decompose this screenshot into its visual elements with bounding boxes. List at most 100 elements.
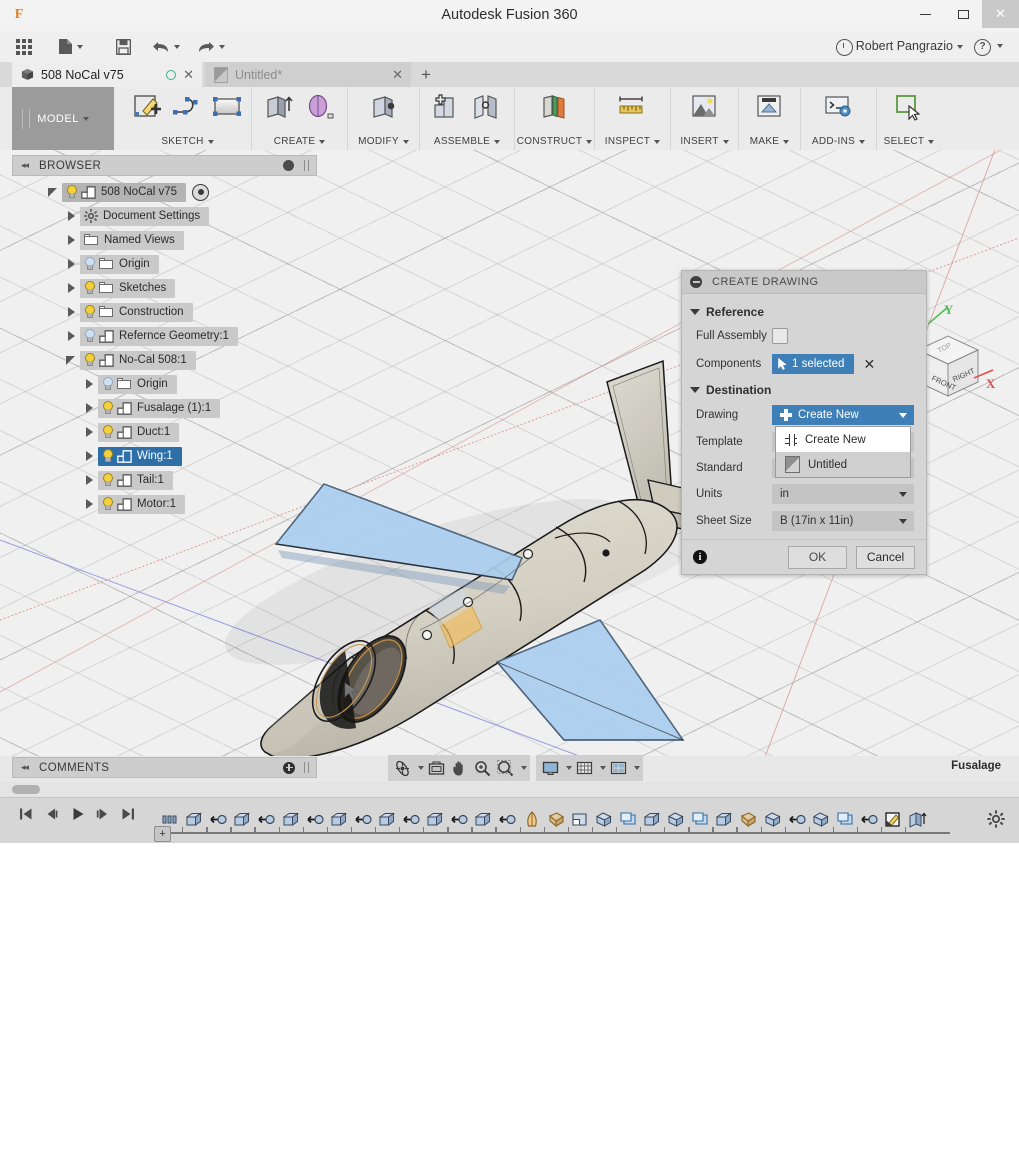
tree-item-duct-1[interactable]: Duct:1 xyxy=(12,420,317,444)
components-clear-icon[interactable]: ✕ xyxy=(863,356,875,373)
spline-icon[interactable] xyxy=(171,93,205,127)
timeline-feature-pattern[interactable] xyxy=(618,810,638,829)
timeline-feature-shell[interactable] xyxy=(570,810,590,829)
ribbon-group-label[interactable]: INSPECT xyxy=(595,136,670,147)
timeline-feature-extrude[interactable] xyxy=(594,810,614,829)
tree-item-wing-1[interactable]: Wing:1 xyxy=(12,444,317,468)
light-bulb-icon[interactable] xyxy=(100,497,113,511)
expand-arrow-closed-icon[interactable] xyxy=(66,234,77,246)
ribbon-group-label[interactable]: SELECT xyxy=(877,136,941,147)
timeline-feature-group-dots[interactable] xyxy=(160,810,180,829)
tree-item-body[interactable]: Sketches xyxy=(80,278,176,298)
tree-item-motor-1[interactable]: Motor:1 xyxy=(12,492,317,516)
skip-to-end-button[interactable] xyxy=(118,804,138,824)
timeline-feature-component[interactable] xyxy=(473,810,493,829)
timeline-feature-joint[interactable] xyxy=(497,810,517,829)
press-pull-icon[interactable] xyxy=(367,93,401,127)
timeline-feature-joint[interactable] xyxy=(859,810,879,829)
expand-arrow-closed-icon[interactable] xyxy=(66,306,77,318)
file-menu-button[interactable] xyxy=(58,35,83,58)
chevron-down-icon[interactable] xyxy=(600,766,606,770)
job-status-clock-icon[interactable] xyxy=(836,39,853,56)
light-bulb-icon[interactable] xyxy=(100,449,113,463)
dropdown-option-create-new[interactable]: Create New xyxy=(776,427,910,452)
timeline-feature-component[interactable] xyxy=(425,810,445,829)
timeline-feature-component[interactable] xyxy=(714,810,734,829)
timeline-feature-component[interactable] xyxy=(377,810,397,829)
tree-item-origin[interactable]: Origin xyxy=(12,372,317,396)
expand-arrow-closed-icon[interactable] xyxy=(84,498,95,510)
tree-item-no-cal-508-1[interactable]: No-Cal 508:1 xyxy=(12,348,317,372)
expand-arrow-closed-icon[interactable] xyxy=(84,426,95,438)
timeline-feature-component[interactable] xyxy=(184,810,204,829)
timeline-feature-joint[interactable] xyxy=(256,810,276,829)
light-bulb-icon[interactable] xyxy=(100,425,113,439)
offset-plane-icon[interactable] xyxy=(538,93,572,127)
units-dropdown[interactable]: in xyxy=(772,484,914,504)
add-comment-icon[interactable] xyxy=(283,761,295,774)
3d-viewport[interactable]: FRONT RIGHT TOP Z X Y ◂◂ BROWSER 508 NoC… xyxy=(0,150,1019,756)
help-chevron-down-icon[interactable] xyxy=(997,44,1003,48)
extrude-icon[interactable] xyxy=(263,93,297,127)
tree-item-body[interactable]: Motor:1 xyxy=(98,494,185,514)
timeline-settings-gear-icon[interactable] xyxy=(987,810,1005,828)
timeline-feature-pattern[interactable] xyxy=(835,810,855,829)
timeline-feature-component[interactable] xyxy=(281,810,301,829)
timeline-feature-joint[interactable] xyxy=(353,810,373,829)
tree-item-body[interactable]: Tail:1 xyxy=(98,470,173,490)
chevron-down-icon[interactable] xyxy=(521,766,527,770)
tab-untitled[interactable]: Untitled* ✕ xyxy=(205,62,411,87)
new-component-icon[interactable] xyxy=(430,93,464,127)
step-forward-button[interactable] xyxy=(93,804,113,824)
tree-item-body[interactable]: Wing:1 xyxy=(98,446,182,466)
timeline-feature-extrude[interactable] xyxy=(811,810,831,829)
light-bulb-icon[interactable] xyxy=(82,281,95,295)
comments-grip[interactable] xyxy=(304,762,309,773)
cancel-button[interactable]: Cancel xyxy=(856,545,915,569)
expand-arrow-closed-icon[interactable] xyxy=(84,450,95,462)
dropdown-option-untitled[interactable]: Untitled xyxy=(776,452,910,477)
play-button[interactable] xyxy=(68,804,88,824)
timeline-feature-joint[interactable] xyxy=(449,810,469,829)
timeline-feature-joint[interactable] xyxy=(305,810,325,829)
expand-arrow-open-icon[interactable] xyxy=(66,355,77,366)
timeline-feature-extrude-up[interactable] xyxy=(907,810,927,829)
chevron-down-icon[interactable] xyxy=(566,766,572,770)
tree-item-body[interactable]: Origin xyxy=(98,374,177,394)
pan-icon[interactable] xyxy=(448,757,470,779)
tree-item-body[interactable]: 508 NoCal v75 xyxy=(62,182,187,202)
tree-item-body[interactable]: Fusalage (1):1 xyxy=(98,398,221,418)
expand-arrow-closed-icon[interactable] xyxy=(66,330,77,342)
drawing-dropdown[interactable]: Create New xyxy=(772,405,914,425)
tree-item-body[interactable]: Refernce Geometry:1 xyxy=(80,326,238,346)
drawing-dropdown-list[interactable]: Create New Untitled xyxy=(775,426,911,478)
tree-item-refernce-geometry-1[interactable]: Refernce Geometry:1 xyxy=(12,324,317,348)
orbit-icon[interactable] xyxy=(391,757,413,779)
undo-button[interactable] xyxy=(152,35,180,58)
step-back-button[interactable] xyxy=(41,804,61,824)
tab-close-icon[interactable]: ✕ xyxy=(183,67,194,83)
tree-item-tail-1[interactable]: Tail:1 xyxy=(12,468,317,492)
new-tab-button[interactable]: + xyxy=(413,62,439,87)
ribbon-group-label[interactable]: MODIFY xyxy=(348,136,419,147)
tree-item-body[interactable]: No-Cal 508:1 xyxy=(80,350,196,370)
expand-arrow-closed-icon[interactable] xyxy=(66,210,77,222)
timeline-feature-loft[interactable] xyxy=(546,810,566,829)
browser-minimize-icon[interactable] xyxy=(283,160,294,171)
light-bulb-icon[interactable] xyxy=(100,377,113,391)
joint-icon[interactable] xyxy=(470,93,504,127)
tab-close-icon[interactable]: ✕ xyxy=(392,67,403,83)
tree-item-construction[interactable]: Construction xyxy=(12,300,317,324)
minimize-button[interactable] xyxy=(906,0,944,28)
tree-item-body[interactable]: Duct:1 xyxy=(98,422,180,442)
chevron-down-icon[interactable] xyxy=(418,766,424,770)
ribbon-group-label[interactable]: INSERT xyxy=(671,136,738,147)
tree-item-body[interactable]: Construction xyxy=(80,302,193,322)
timeline-feature-joint[interactable] xyxy=(401,810,421,829)
create-sketch-icon[interactable] xyxy=(131,93,165,127)
close-button[interactable]: ✕ xyxy=(982,0,1019,28)
tree-item-named-views[interactable]: Named Views xyxy=(12,228,317,252)
ribbon-group-label[interactable]: SKETCH xyxy=(124,136,251,147)
ribbon-group-label[interactable]: MAKE xyxy=(739,136,800,147)
root-visibility-icon[interactable] xyxy=(192,183,210,201)
